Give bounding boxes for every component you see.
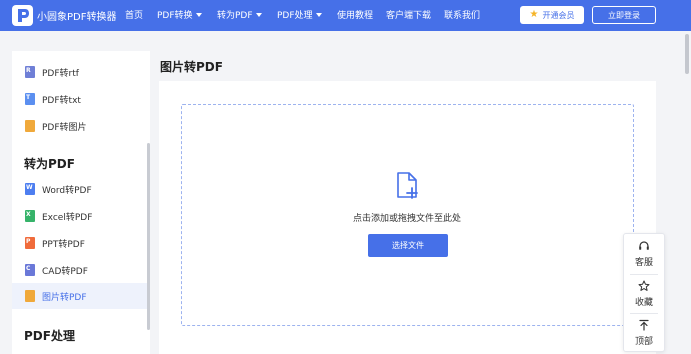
float-item-label: 收藏 (634, 298, 653, 308)
excel-file-icon: X (25, 210, 35, 222)
choose-file-button[interactable]: 选择文件 (368, 234, 448, 257)
vip-button[interactable]: ★ 开通会员 (520, 6, 584, 24)
sidebar: R PDF转rtf T PDF转txt PDF转图片 转为PDF W Word转… (12, 51, 150, 354)
sidebar-item-pdf-to-image[interactable]: PDF转图片 (12, 113, 148, 139)
logo-icon[interactable] (12, 5, 33, 26)
star-icon (638, 280, 650, 291)
top-navbar: 小圆象PDF转换器 首页 PDF转换 转为PDF PDF处理 使用教程 客户端下… (0, 0, 691, 31)
nav-label: 转为PDF (217, 11, 253, 21)
nav-pdf-process[interactable]: PDF处理 (277, 8, 322, 21)
nav-download[interactable]: 客户端下载 (386, 8, 431, 21)
back-to-top-icon (639, 319, 649, 331)
nav-pdf-convert[interactable]: PDF转换 (157, 8, 202, 21)
float-item-label: 客服 (634, 258, 653, 268)
float-item-label: 顶部 (634, 337, 653, 347)
nav-label: 使用教程 (337, 11, 374, 21)
brand-name[interactable]: 小圆象PDF转换器 (37, 8, 116, 23)
word-file-icon: W (25, 183, 35, 195)
back-to-top-button[interactable]: 顶部 (624, 314, 664, 352)
vip-label: 开通会员 (542, 10, 575, 20)
nav-label: 客户端下载 (386, 11, 432, 21)
section-heading-to-pdf: 转为PDF (24, 157, 75, 171)
nav-label: PDF转换 (157, 11, 193, 21)
sidebar-scrollbar[interactable] (147, 143, 150, 330)
sidebar-item-label: PDF转rtf (42, 68, 79, 79)
sidebar-item-label: 图片转PDF (42, 292, 87, 303)
nav-label: 首页 (125, 11, 144, 21)
nav-label: 联系我们 (444, 11, 481, 21)
sidebar-item-excel-to-pdf[interactable]: X Excel转PDF (12, 203, 148, 229)
add-file-icon (397, 172, 418, 199)
chevron-down-icon (195, 12, 202, 17)
page-title: 图片转PDF (160, 60, 223, 74)
rtf-file-icon: R (25, 66, 35, 78)
star-icon: ★ (529, 9, 539, 20)
nav-label: PDF处理 (277, 11, 313, 21)
drop-hint-text: 点击添加或拖拽文件至此处 (352, 214, 461, 224)
image-file-icon (25, 290, 35, 302)
headset-icon (639, 241, 649, 250)
sidebar-item-ppt-to-pdf[interactable]: P PPT转PDF (12, 230, 148, 256)
page-scrollbar[interactable] (685, 34, 689, 74)
sidebar-item-word-to-pdf[interactable]: W Word转PDF (12, 176, 148, 202)
ppt-file-icon: P (25, 237, 35, 249)
sidebar-item-pdf-to-txt[interactable]: T PDF转txt (12, 86, 148, 112)
sidebar-item-label: CAD转PDF (42, 266, 88, 277)
sidebar-item-cad-to-pdf[interactable]: C CAD转PDF (12, 257, 148, 283)
sidebar-item-label: PDF转txt (42, 95, 81, 106)
chevron-down-icon (255, 12, 262, 17)
image-file-icon (25, 120, 35, 132)
nav-home[interactable]: 首页 (125, 8, 143, 21)
nav-to-pdf[interactable]: 转为PDF (217, 8, 262, 21)
sidebar-item-label: Word转PDF (42, 185, 92, 196)
nav-contact[interactable]: 联系我们 (444, 8, 480, 21)
floating-toolbar: 客服 收藏 顶部 (623, 233, 665, 352)
customer-service-button[interactable]: 客服 (624, 235, 664, 273)
sidebar-item-label: PPT转PDF (42, 239, 85, 250)
nav-tutorial[interactable]: 使用教程 (337, 8, 373, 21)
txt-file-icon: T (25, 93, 35, 105)
cad-file-icon: C (25, 264, 35, 276)
sidebar-item-image-to-pdf[interactable]: 图片转PDF (12, 283, 148, 309)
favorite-button[interactable]: 收藏 (624, 275, 664, 313)
sidebar-item-pdf-to-rtf[interactable]: R PDF转rtf (12, 59, 148, 85)
login-button[interactable]: 立即登录 (592, 6, 656, 24)
sidebar-item-label: Excel转PDF (42, 212, 93, 223)
section-heading-pdf-process: PDF处理 (24, 329, 75, 343)
chevron-down-icon (315, 12, 322, 17)
sidebar-item-label: PDF转图片 (42, 122, 87, 133)
